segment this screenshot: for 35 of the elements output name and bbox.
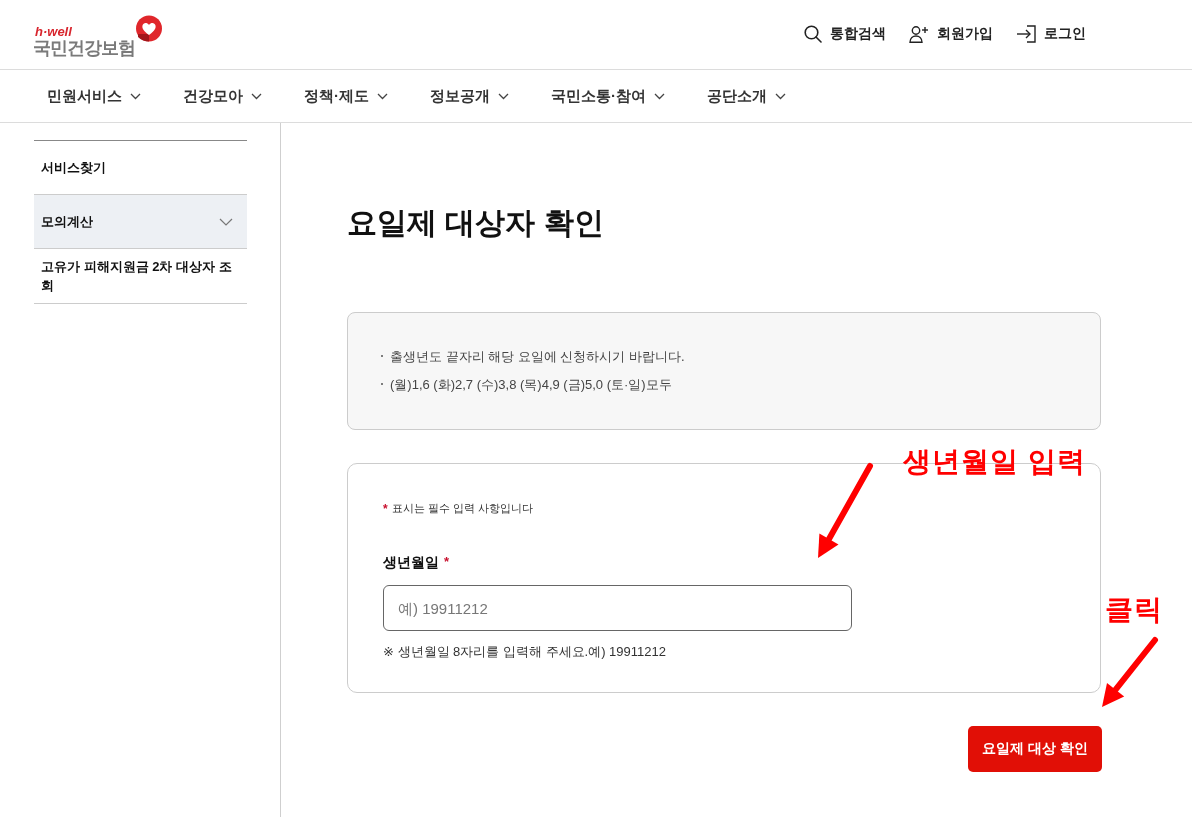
nav-menu-item[interactable]: 국민소통·참여 [551,86,665,106]
chevron-down-icon [775,92,786,100]
nav-menu-item[interactable]: 건강모아 [183,86,262,106]
field-help: ※ 생년월일 8자리를 입력해 주세요.예) 19911212 [383,643,667,661]
search-link[interactable]: 통합검색 [804,24,886,44]
notice-text: 출생년도 끝자리 해당 요일에 신청하시기 바랍니다. [390,348,685,366]
required-mark: * [444,553,450,571]
required-mark: * [383,502,388,516]
sidebar-item[interactable]: 모의계산 [34,195,247,249]
annotation-arrow [1102,637,1158,707]
chevron-down-icon [377,92,388,100]
nav-menu-item[interactable]: 민원서비스 [47,86,141,106]
signup-link[interactable]: 회원가입 [909,24,993,44]
birthdate-field[interactable]: 예) 19911212 [383,585,852,631]
chevron-down-icon [654,92,665,100]
annotation-text: 생년월일 입력 [903,445,1086,479]
nav-menu-item[interactable]: 정보공개 [430,86,509,106]
chevron-down-icon [130,92,141,100]
search-icon [804,25,822,43]
login-icon [1016,25,1036,43]
nav-menu-item[interactable]: 정책·제도 [304,86,388,106]
notice-text: (월)1,6 (화)2,7 (수)3,8 (목)4,9 (금)5,0 (토·일)모두 [390,376,672,394]
annotation-text: 클릭 [1105,593,1163,627]
confirm-button[interactable]: 요일제 대상 확인 [968,726,1102,772]
nav-menu-item[interactable]: 공단소개 [707,86,786,106]
required-note: 표시는 필수 입력 사항입니다 [391,500,533,515]
logo-tagline: h·well [35,25,73,38]
chevron-down-icon [219,217,233,226]
field-label: 생년월일 [383,553,439,572]
login-link[interactable]: 로그인 [1016,24,1086,44]
person-plus-icon [909,25,929,43]
logo-name: 국민건강보험 [33,38,135,58]
chevron-down-icon [251,92,262,100]
page-title: 요일제 대상자 확인 [347,205,605,241]
chevron-down-icon [498,92,509,100]
